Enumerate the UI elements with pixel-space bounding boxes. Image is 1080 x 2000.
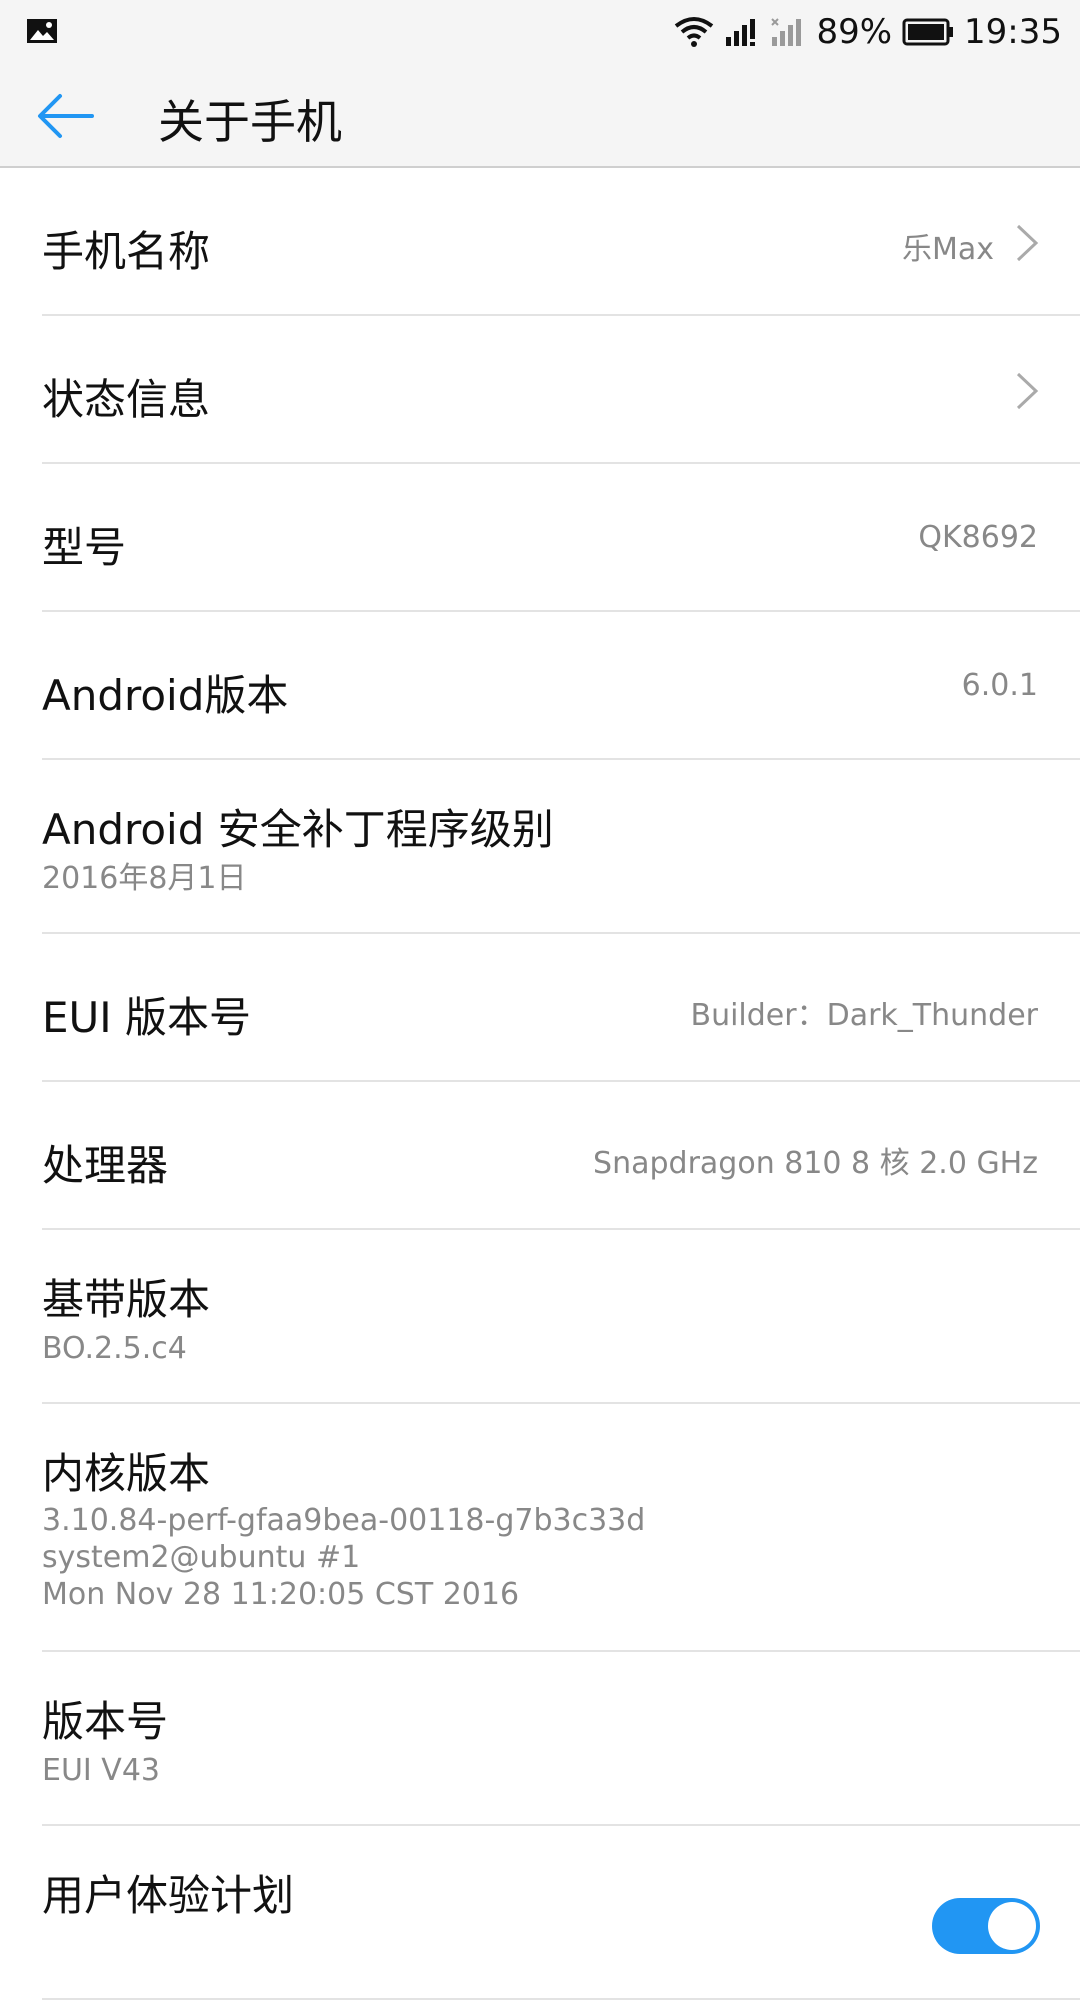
row-label: 型号 bbox=[42, 523, 127, 572]
about-phone-list: 手机名称 乐Max 状态信息 型号 QK8692 Android版本 6.0.1… bbox=[0, 168, 1080, 2000]
row-value: 6.0.1 bbox=[961, 668, 1038, 703]
row-user-experience-program[interactable]: 用户体验计划 bbox=[0, 1826, 1080, 2000]
row-label: 用户体验计划 bbox=[42, 1871, 295, 1920]
row-kernel-version: 内核版本 3.10.84-perf-gfaa9bea-00118-g7b3c33… bbox=[0, 1404, 1080, 1652]
chevron-right-icon bbox=[1016, 224, 1039, 262]
row-baseband-version: 基带版本 BO.2.5.c4 bbox=[0, 1230, 1080, 1404]
kernel-line: Mon Nov 28 11:20:05 CST 2016 bbox=[42, 1577, 520, 1612]
row-model: 型号 QK8692 bbox=[0, 464, 1080, 612]
row-label: EUI 版本号 bbox=[42, 993, 252, 1042]
row-subtext: 3.10.84-perf-gfaa9bea-00118-g7b3c33d sys… bbox=[42, 1502, 645, 1613]
clock: 19:35 bbox=[964, 12, 1062, 52]
row-security-patch: Android 安全补丁程序级别 2016年8月1日 bbox=[0, 760, 1080, 934]
row-value: 乐Max bbox=[901, 232, 994, 267]
row-subtext: 2016年8月1日 bbox=[42, 861, 247, 896]
row-label: 基带版本 bbox=[42, 1275, 211, 1324]
row-label: 版本号 bbox=[42, 1697, 169, 1746]
row-label: 状态信息 bbox=[42, 375, 211, 424]
row-status-info[interactable]: 状态信息 bbox=[0, 316, 1080, 464]
image-icon bbox=[27, 19, 57, 43]
row-label: Android版本 bbox=[42, 671, 289, 720]
title-bar: 关于手机 bbox=[0, 64, 1080, 168]
row-value: Snapdragon 810 8 核 2.0 GHz bbox=[593, 1146, 1038, 1181]
battery-icon bbox=[902, 18, 954, 46]
user-experience-toggle[interactable] bbox=[932, 1898, 1040, 1954]
row-build-number[interactable]: 版本号 EUI V43 bbox=[0, 1652, 1080, 1826]
row-label: 处理器 bbox=[42, 1141, 169, 1190]
battery-percent: 89% bbox=[816, 12, 893, 52]
row-eui-version[interactable]: EUI 版本号 Builder：Dark_Thunder bbox=[0, 934, 1080, 1082]
row-label: 手机名称 bbox=[42, 227, 211, 276]
toggle-knob bbox=[988, 1902, 1036, 1950]
row-android-version[interactable]: Android版本 6.0.1 bbox=[0, 612, 1080, 760]
row-subtext: EUI V43 bbox=[42, 1753, 160, 1788]
row-subtext: BO.2.5.c4 bbox=[42, 1331, 187, 1366]
kernel-line: system2@ubuntu #1 bbox=[42, 1540, 361, 1575]
row-label: 内核版本 bbox=[42, 1449, 211, 1498]
chevron-right-icon bbox=[1016, 372, 1039, 410]
status-bar: 89% 19:35 bbox=[0, 0, 1080, 64]
page-title: 关于手机 bbox=[158, 95, 342, 149]
row-phone-name[interactable]: 手机名称 乐Max bbox=[0, 168, 1080, 316]
status-right-group: 89% 19:35 bbox=[674, 10, 1062, 54]
wifi-icon bbox=[675, 17, 714, 47]
row-value: Builder：Dark_Thunder bbox=[690, 998, 1039, 1033]
signal-no-sim-icon bbox=[771, 18, 802, 46]
row-value: QK8692 bbox=[918, 520, 1038, 555]
back-arrow-icon[interactable] bbox=[34, 84, 98, 148]
row-processor: 处理器 Snapdragon 810 8 核 2.0 GHz bbox=[0, 1082, 1080, 1230]
row-label: Android 安全补丁程序级别 bbox=[42, 805, 554, 854]
kernel-line: 3.10.84-perf-gfaa9bea-00118-g7b3c33d bbox=[42, 1503, 646, 1538]
signal-icon bbox=[726, 19, 756, 46]
